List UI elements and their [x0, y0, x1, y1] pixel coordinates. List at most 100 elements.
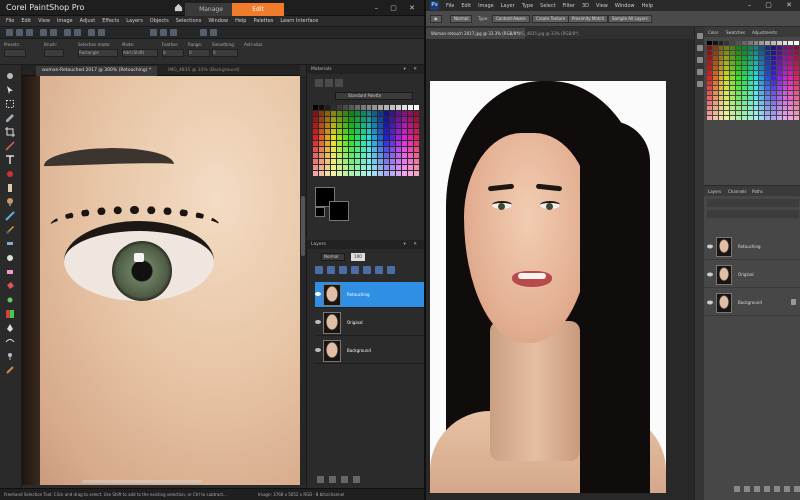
- history-icon[interactable]: [697, 33, 703, 39]
- color-swatch[interactable]: [765, 56, 770, 60]
- color-swatch[interactable]: [372, 165, 378, 170]
- color-swatch[interactable]: [318, 159, 324, 164]
- proximity-match-radio[interactable]: Proximity Match: [568, 15, 609, 23]
- swatches-mode-icon[interactable]: [335, 79, 343, 87]
- color-swatch[interactable]: [712, 101, 718, 105]
- foreground-background-colors[interactable]: [315, 187, 355, 227]
- menu-image[interactable]: Image: [478, 3, 494, 9]
- color-swatch[interactable]: [354, 171, 360, 176]
- smudge-tool-icon[interactable]: [5, 365, 15, 375]
- rotate-icon[interactable]: [74, 29, 81, 36]
- color-swatch[interactable]: [366, 171, 372, 176]
- color-swatch[interactable]: [378, 129, 384, 134]
- color-swatch[interactable]: [330, 141, 336, 146]
- color-swatch[interactable]: [378, 147, 384, 152]
- color-swatch[interactable]: [718, 111, 724, 115]
- color-swatch[interactable]: [770, 111, 776, 115]
- layer-row-background[interactable]: Background: [315, 338, 424, 364]
- color-swatch[interactable]: [366, 147, 372, 152]
- color-swatch[interactable]: [788, 111, 794, 115]
- color-swatch[interactable]: [712, 61, 718, 65]
- color-swatch[interactable]: [372, 117, 378, 122]
- color-swatch[interactable]: [378, 123, 384, 128]
- menu-file[interactable]: File: [446, 3, 454, 9]
- color-swatch[interactable]: [342, 153, 348, 158]
- color-swatch[interactable]: [794, 106, 799, 110]
- color-swatch[interactable]: [753, 86, 759, 90]
- color-swatch[interactable]: [724, 71, 730, 75]
- color-swatch[interactable]: [318, 165, 324, 170]
- color-swatch[interactable]: [330, 165, 336, 170]
- color-swatch[interactable]: [794, 51, 799, 55]
- color-swatch[interactable]: [372, 153, 378, 158]
- color-swatch[interactable]: [414, 105, 419, 110]
- color-swatch[interactable]: [384, 147, 390, 152]
- color-swatch[interactable]: [348, 123, 354, 128]
- color-swatch[interactable]: [730, 111, 736, 115]
- color-swatch[interactable]: [736, 111, 741, 115]
- color-swatch[interactable]: [794, 71, 799, 75]
- paint-brush-icon[interactable]: [5, 225, 15, 235]
- color-swatch[interactable]: [753, 116, 759, 120]
- color-swatch[interactable]: [712, 86, 718, 90]
- color-swatch[interactable]: [794, 56, 799, 60]
- color-swatch[interactable]: [753, 106, 759, 110]
- color-swatch[interactable]: [770, 91, 776, 95]
- color-swatch[interactable]: [782, 46, 788, 50]
- color-swatch[interactable]: [794, 66, 799, 70]
- color-swatch[interactable]: [330, 129, 336, 134]
- color-swatch[interactable]: [360, 153, 366, 158]
- color-swatch[interactable]: [747, 111, 753, 115]
- color-swatch[interactable]: [324, 159, 330, 164]
- color-swatch[interactable]: [378, 105, 384, 110]
- new-layer-icon[interactable]: [784, 486, 790, 492]
- color-swatch[interactable]: [776, 91, 782, 95]
- pen-tool-icon[interactable]: [5, 323, 15, 333]
- color-swatch[interactable]: [724, 86, 730, 90]
- color-swatch[interactable]: [724, 51, 730, 55]
- color-swatch[interactable]: [342, 111, 348, 116]
- color-swatch[interactable]: [765, 46, 770, 50]
- color-swatch[interactable]: [324, 147, 330, 152]
- new-file-icon[interactable]: [6, 29, 13, 36]
- menu-help[interactable]: Help: [642, 3, 653, 9]
- color-swatch[interactable]: [348, 135, 354, 140]
- color-swatch[interactable]: [390, 159, 396, 164]
- pick-tool-icon[interactable]: [5, 85, 15, 95]
- color-swatch[interactable]: [330, 171, 336, 176]
- menu-objects[interactable]: Objects: [150, 18, 169, 24]
- delete-icon[interactable]: [353, 476, 360, 483]
- color-swatch[interactable]: [324, 129, 330, 134]
- color-swatch[interactable]: [753, 111, 759, 115]
- color-swatch[interactable]: [770, 86, 776, 90]
- trash-icon[interactable]: [794, 486, 800, 492]
- paragraph-icon[interactable]: [697, 81, 703, 87]
- color-swatch[interactable]: [414, 159, 419, 164]
- option-value[interactable]: 0: [162, 49, 184, 57]
- menu-learn-interface[interactable]: Learn Interface: [280, 18, 318, 24]
- color-swatch[interactable]: [765, 86, 770, 90]
- color-swatch[interactable]: [414, 171, 419, 176]
- menu-type[interactable]: Type: [522, 3, 533, 9]
- color-swatch[interactable]: [788, 106, 794, 110]
- color-swatch[interactable]: [788, 61, 794, 65]
- color-swatch[interactable]: [712, 66, 718, 70]
- color-swatch[interactable]: [747, 116, 753, 120]
- color-swatch[interactable]: [342, 171, 348, 176]
- color-swatch[interactable]: [736, 91, 741, 95]
- doc-tab-active[interactable]: woman-Retouched 2017 @ 300% (Retouching)…: [36, 66, 158, 76]
- color-swatch[interactable]: [724, 101, 730, 105]
- menu-select[interactable]: Select: [540, 3, 555, 9]
- lighten-darken-icon[interactable]: [5, 253, 15, 263]
- option-anti-alias[interactable]: Anti-alias: [244, 42, 274, 47]
- color-swatch[interactable]: [747, 66, 753, 70]
- color-swatch[interactable]: [765, 116, 770, 120]
- visibility-icon[interactable]: [315, 319, 321, 325]
- color-swatch[interactable]: [770, 106, 776, 110]
- color-swatch[interactable]: [402, 165, 408, 170]
- color-swatch[interactable]: [794, 61, 799, 65]
- color-swatch[interactable]: [776, 116, 782, 120]
- color-swatch[interactable]: [366, 123, 372, 128]
- color-swatch[interactable]: [342, 159, 348, 164]
- color-swatch[interactable]: [354, 111, 360, 116]
